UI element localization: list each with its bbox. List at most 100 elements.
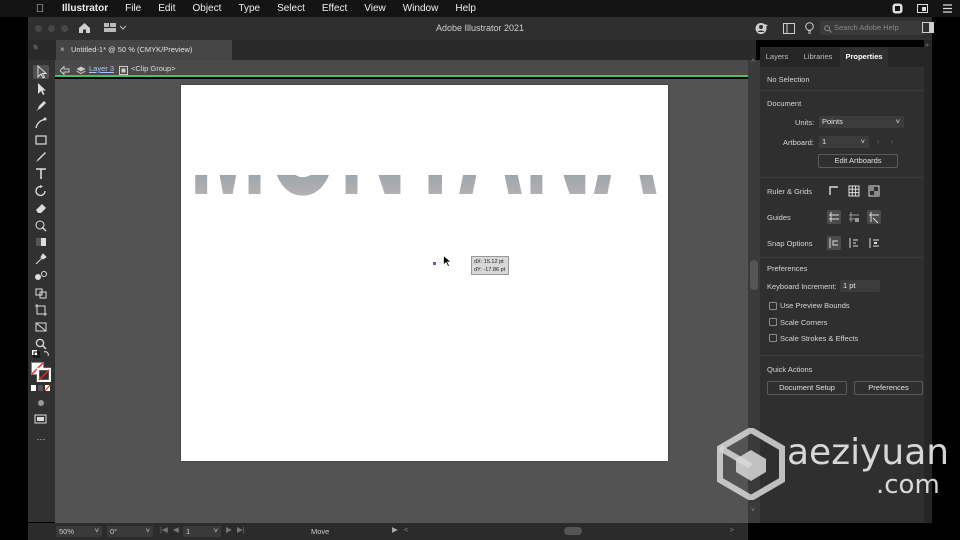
blend-tool-icon[interactable] — [33, 269, 49, 283]
document-setup-button[interactable]: Document Setup — [767, 381, 847, 395]
zoom-select[interactable]: 50% ˅ — [56, 526, 102, 537]
tab-libraries[interactable]: Libraries — [796, 47, 840, 67]
rotation-select[interactable]: 0° ˅ — [107, 526, 153, 537]
slice-tool-icon[interactable] — [33, 320, 49, 334]
artboard-select-field[interactable]: 1 ˅ — [819, 136, 869, 148]
panel-toggle-icon[interactable] — [922, 22, 934, 35]
fill-stroke-swatch[interactable] — [31, 362, 52, 383]
next-artboard-arrow-icon[interactable]: › — [891, 137, 894, 146]
menu-edit[interactable]: Edit — [158, 3, 175, 14]
scroll-down-icon[interactable]: ˅ — [751, 507, 755, 514]
prev-artboard-arrow-icon[interactable]: ‹ — [877, 137, 880, 146]
keyboard-increment-field[interactable]: 1 pt — [840, 280, 880, 292]
arrange-documents-icon[interactable] — [783, 23, 795, 36]
prev-artboard-icon[interactable]: ◀ — [173, 525, 179, 534]
horizontal-scroll-thumb[interactable] — [564, 527, 582, 535]
screen-mode-icon[interactable] — [33, 412, 49, 426]
menu-app-name[interactable]: Illustrator — [62, 3, 108, 14]
next-artboard-icon[interactable]: ▶ — [226, 525, 232, 534]
show-guides-icon[interactable] — [827, 210, 841, 224]
zoom-tool-icon[interactable] — [33, 337, 49, 351]
list-icon[interactable] — [942, 3, 953, 14]
snap-to-point-icon[interactable] — [827, 236, 841, 250]
panel-tabs: Layers Libraries Properties — [760, 47, 924, 67]
divider — [760, 90, 924, 91]
paintbrush-tool-icon[interactable] — [33, 150, 49, 164]
tab-layers[interactable]: Layers — [760, 47, 794, 67]
ruler-icon[interactable] — [827, 184, 841, 198]
units-select[interactable]: Points ˅ — [819, 116, 904, 128]
snap-to-pixel-icon[interactable] — [867, 236, 881, 250]
user-icon[interactable] — [755, 22, 769, 37]
curvature-tool-icon[interactable] — [33, 116, 49, 130]
app-title-bar: Adobe Illustrator 2021 Search Adobe Help — [28, 17, 934, 40]
use-preview-bounds-checkbox[interactable] — [769, 302, 777, 310]
menu-effect[interactable]: Effect — [322, 3, 347, 14]
shape-builder-tool-icon[interactable] — [33, 218, 49, 232]
scroll-right-icon[interactable]: ˃ — [730, 525, 734, 534]
lock-guides-icon[interactable] — [847, 210, 861, 224]
last-artboard-icon[interactable]: ▶| — [237, 525, 245, 534]
gradient-tool-icon[interactable] — [33, 235, 49, 249]
vertical-scroll-thumb[interactable] — [750, 260, 758, 290]
symbol-sprayer-tool-icon[interactable] — [33, 286, 49, 300]
toolbar-collapse-icon[interactable]: » — [33, 43, 37, 50]
selection-tool-icon[interactable] — [33, 64, 49, 79]
artboard[interactable]: MONTANA — [181, 85, 668, 461]
scale-corners-checkbox[interactable] — [769, 318, 777, 326]
menu-object[interactable]: Object — [192, 3, 221, 14]
breadcrumb-group[interactable]: <Clip Group> — [131, 60, 176, 77]
divider — [760, 257, 924, 258]
artboard-number: 1 — [186, 527, 191, 536]
scroll-left-icon[interactable]: ˂ — [404, 525, 408, 534]
rectangle-tool-icon[interactable] — [33, 133, 49, 147]
status-menu-icon[interactable]: ▶ — [392, 525, 398, 534]
artboard-field-value: 1 — [822, 137, 827, 146]
draw-mode-icon[interactable] — [33, 396, 49, 410]
color-mode-icons[interactable] — [31, 384, 51, 392]
app-title: Adobe Illustrator 2021 — [435, 23, 525, 33]
horizontal-scrollbar[interactable]: ˂ ˃ — [404, 525, 734, 536]
search-help-field[interactable]: Search Adobe Help — [820, 21, 924, 35]
artboard-select[interactable]: 1 ˅ — [183, 526, 221, 537]
scale-strokes-checkbox[interactable] — [769, 334, 777, 342]
edit-toolbar-icon[interactable]: ··· — [33, 434, 49, 448]
expand-panels-icon[interactable]: » — [925, 42, 929, 49]
tab-properties[interactable]: Properties — [840, 47, 888, 67]
rotate-tool-icon[interactable] — [33, 184, 49, 198]
close-tab-icon[interactable]: × — [60, 40, 65, 60]
direct-selection-tool-icon[interactable] — [33, 82, 49, 96]
move-tooltip: dX: 15.12 pt dY: -17.86 pt — [471, 256, 509, 275]
record-icon[interactable] — [892, 3, 903, 14]
first-artboard-icon[interactable]: |◀ — [160, 525, 168, 534]
default-colors-icon[interactable] — [32, 350, 50, 360]
lightbulb-icon[interactable] — [805, 22, 814, 36]
edit-artboards-button[interactable]: Edit Artboards — [818, 154, 898, 168]
preferences-heading: Preferences — [767, 264, 808, 273]
grid-icon[interactable] — [847, 184, 861, 198]
montana-clip-group[interactable]: MONTANA — [181, 85, 668, 461]
menu-select[interactable]: Select — [277, 3, 305, 14]
menu-file[interactable]: File — [125, 3, 141, 14]
apple-icon[interactable]:  — [34, 3, 46, 15]
preferences-button[interactable]: Preferences — [854, 381, 923, 395]
breadcrumb-layer[interactable]: Layer 3 — [89, 60, 114, 77]
menu-view[interactable]: View — [364, 3, 386, 14]
smart-guides-icon[interactable] — [867, 210, 881, 224]
menu-help[interactable]: Help — [455, 3, 476, 14]
window-icon[interactable] — [917, 3, 928, 14]
eyedropper-tool-icon[interactable] — [33, 252, 49, 266]
transparency-grid-icon[interactable] — [867, 184, 881, 198]
menu-type[interactable]: Type — [238, 3, 260, 14]
document-tab[interactable]: × Untitled-1* @ 50 % (CMYK/Preview) — [56, 40, 232, 60]
eraser-tool-icon[interactable] — [33, 201, 49, 215]
type-tool-icon[interactable] — [33, 167, 49, 181]
tooltip-dy: dY: -17.86 pt — [474, 267, 506, 273]
menu-window[interactable]: Window — [403, 3, 439, 14]
screen-border-left — [0, 17, 28, 540]
pen-tool-icon[interactable] — [33, 99, 49, 113]
zoom-value: 50% — [59, 527, 75, 536]
scroll-up-icon[interactable]: ˄ — [751, 58, 755, 65]
snap-to-grid-icon[interactable] — [847, 236, 861, 250]
artboard-tool-icon[interactable] — [33, 303, 49, 317]
